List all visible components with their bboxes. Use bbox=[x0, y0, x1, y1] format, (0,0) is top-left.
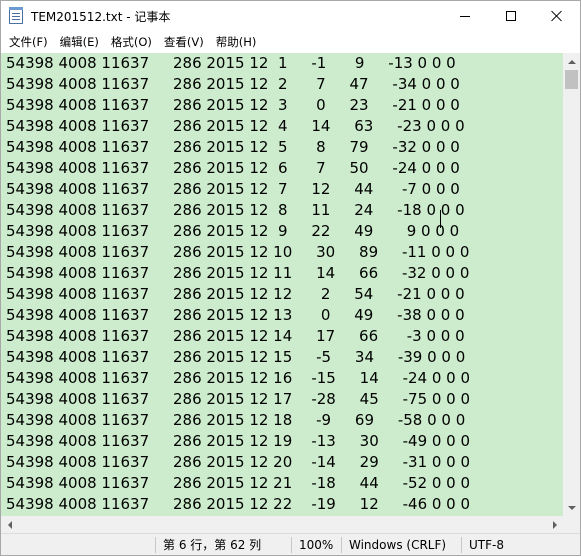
chevron-left-icon bbox=[7, 520, 12, 529]
zoom-level: 100% bbox=[299, 538, 334, 552]
title-bar[interactable]: TEM201512.txt - 记事本 bbox=[1, 1, 580, 31]
text-line: 54398 4008 11637 286 2015 12 18 -9 69 -5… bbox=[6, 411, 466, 429]
scroll-up-button[interactable] bbox=[563, 53, 580, 70]
cursor-position: 第 6 行，第 62 列 bbox=[163, 538, 262, 552]
text-line: 54398 4008 11637 286 2015 12 21 -18 44 -… bbox=[6, 474, 471, 492]
text-line: 54398 4008 11637 286 2015 12 9 22 49 9 0… bbox=[6, 222, 460, 240]
text-line: 54398 4008 11637 286 2015 12 1 -1 9 -13 … bbox=[6, 54, 456, 72]
window-title: TEM201512.txt - 记事本 bbox=[31, 10, 171, 24]
chevron-down-icon bbox=[567, 505, 576, 510]
text-line: 54398 4008 11637 286 2015 12 16 -15 14 -… bbox=[6, 369, 471, 387]
maximize-icon bbox=[506, 11, 516, 21]
text-editor-area[interactable]: 54398 4008 11637 286 2015 12 1 -1 9 -13 … bbox=[1, 53, 563, 516]
menu-edit[interactable]: 编辑(E) bbox=[54, 32, 105, 52]
text-line: 54398 4008 11637 286 2015 12 2 7 47 -34 … bbox=[6, 75, 460, 93]
text-line: 54398 4008 11637 286 2015 12 15 -5 34 -3… bbox=[6, 348, 466, 366]
text-line: 54398 4008 11637 286 2015 12 14 17 66 -3… bbox=[6, 327, 465, 345]
chevron-up-icon bbox=[567, 59, 576, 64]
scrollbar-corner bbox=[563, 516, 580, 533]
close-icon bbox=[551, 10, 563, 22]
chevron-right-icon bbox=[552, 520, 557, 529]
menu-help[interactable]: 帮助(H) bbox=[210, 32, 263, 52]
scroll-left-button[interactable] bbox=[1, 516, 18, 533]
notepad-window: TEM201512.txt - 记事本 文件(F) 编辑(E) 格式(O) 查看… bbox=[0, 0, 581, 556]
vertical-scrollbar[interactable] bbox=[563, 53, 580, 516]
vertical-scroll-thumb[interactable] bbox=[565, 70, 578, 89]
menu-file[interactable]: 文件(F) bbox=[3, 32, 54, 52]
status-separator bbox=[155, 537, 156, 553]
line-ending: Windows (CRLF) bbox=[349, 538, 447, 552]
text-line: 54398 4008 11637 286 2015 12 5 8 79 -32 … bbox=[6, 138, 460, 156]
text-line: 54398 4008 11637 286 2015 12 11 14 66 -3… bbox=[6, 264, 470, 282]
encoding: UTF-8 bbox=[469, 538, 504, 552]
text-line: 54398 4008 11637 286 2015 12 8 11 24 -18… bbox=[6, 201, 465, 219]
text-line: 54398 4008 11637 286 2015 12 4 14 63 -23… bbox=[6, 117, 465, 135]
text-line: 54398 4008 11637 286 2015 12 20 -14 29 -… bbox=[6, 453, 471, 471]
close-button[interactable] bbox=[534, 1, 580, 31]
text-line: 54398 4008 11637 286 2015 12 3 0 23 -21 … bbox=[6, 96, 460, 114]
menu-format[interactable]: 格式(O) bbox=[105, 32, 158, 52]
horizontal-scrollbar[interactable] bbox=[1, 516, 563, 533]
menu-bar: 文件(F) 编辑(E) 格式(O) 查看(V) 帮助(H) bbox=[1, 31, 580, 53]
text-line: 54398 4008 11637 286 2015 12 22 -19 12 -… bbox=[6, 495, 471, 513]
notepad-icon bbox=[9, 7, 23, 24]
minimize-button[interactable] bbox=[442, 1, 488, 31]
text-line: 54398 4008 11637 286 2015 12 12 2 54 -21… bbox=[6, 285, 465, 303]
minimize-icon bbox=[460, 15, 470, 17]
text-line: 54398 4008 11637 286 2015 12 13 0 49 -38… bbox=[6, 306, 465, 324]
text-line: 54398 4008 11637 286 2015 12 19 -13 30 -… bbox=[6, 432, 471, 450]
scroll-down-button[interactable] bbox=[563, 499, 580, 516]
text-line: 54398 4008 11637 286 2015 12 10 30 89 -1… bbox=[6, 243, 470, 261]
maximize-button[interactable] bbox=[488, 1, 534, 31]
text-line: 54398 4008 11637 286 2015 12 17 -28 45 -… bbox=[6, 390, 471, 408]
menu-view[interactable]: 查看(V) bbox=[158, 32, 210, 52]
status-separator bbox=[461, 537, 462, 553]
scroll-right-button[interactable] bbox=[546, 516, 563, 533]
status-separator bbox=[341, 537, 342, 553]
text-line: 54398 4008 11637 286 2015 12 7 12 44 -7 … bbox=[6, 180, 460, 198]
status-bar: 第 6 行，第 62 列 100% Windows (CRLF) UTF-8 bbox=[1, 533, 580, 555]
status-separator bbox=[291, 537, 292, 553]
text-line: 54398 4008 11637 286 2015 12 6 7 50 -24 … bbox=[6, 159, 460, 177]
